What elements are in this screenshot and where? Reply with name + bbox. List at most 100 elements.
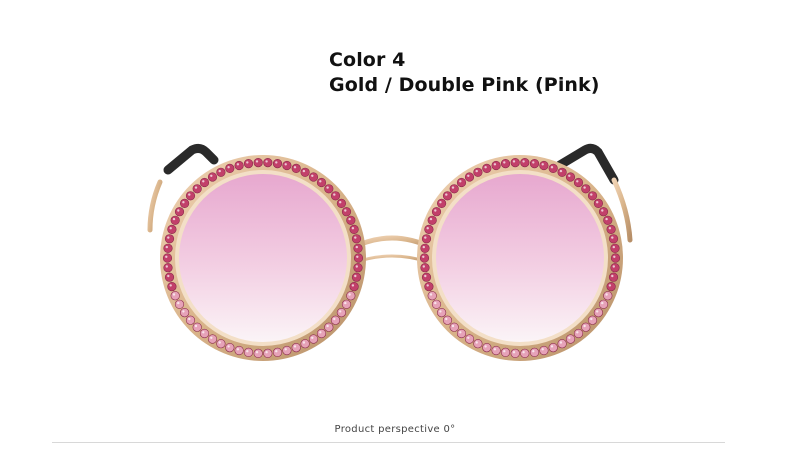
rhinestone [606,282,616,292]
rhinestone-highlight [169,227,172,230]
rhinestone [456,177,467,188]
rhinestone [456,328,467,339]
rhinestone-highlight [202,180,205,183]
rhinestone [207,172,218,182]
rhinestone-highlight [459,180,462,183]
rhinestone-highlight [422,265,425,268]
rhinestone-highlight [355,245,358,249]
rhinestone-highlight [424,236,427,239]
rhinestone-highlight [165,265,168,268]
rhinestone-highlight [434,301,437,305]
rhinestone [192,322,202,332]
rhinestone-highlight [188,317,191,321]
rhinestone [449,322,459,332]
rhinestone [164,272,175,282]
rhinestone-highlight [319,180,322,183]
left-lens [160,155,366,361]
rhinestone-highlight [451,324,455,328]
rhinestone [341,299,352,309]
rhinestone [316,177,327,188]
rhinestone [603,215,613,225]
rhinestone [464,334,475,344]
rhinestone-highlight [348,293,351,296]
rhinestone-highlight [165,255,168,258]
rhinestone-highlight [311,174,314,177]
rhinestone [431,207,442,217]
rhinestone [587,315,598,325]
rhinestone-highlight [541,348,544,351]
rhinestone-highlight [493,348,497,351]
rhinestone [330,191,341,201]
rhinestone [437,308,447,318]
rhinestone [282,345,292,356]
rhinestone [442,191,453,201]
rhinestone-highlight [608,284,612,287]
rhinestone-highlight [326,186,329,189]
rhinestone [353,263,363,273]
rhinestone-highlight [611,274,614,278]
rhinestone-highlight [475,169,478,173]
rhinestone-highlight [613,255,616,258]
rhinestone-highlight [445,317,448,321]
rhinestone-highlight [275,161,278,164]
rhinestone [167,224,177,234]
rhinestone [431,299,442,309]
divider [52,442,725,443]
rhinestone-highlight [512,351,516,354]
rhinestone-highlight [439,310,442,313]
rhinestone [167,282,177,292]
rhinestone-highlight [583,324,586,328]
rhinestone-highlight [236,163,240,166]
rhinestone-highlight [227,166,230,169]
rhinestone [419,253,430,263]
rhinestone [291,343,301,353]
rhinestone-highlight [559,341,563,344]
rhinestone [316,328,327,339]
rhinestone-highlight [493,163,497,166]
rhinestone [324,322,334,332]
rhinestone-highlight [484,166,487,169]
rhinestone [581,184,591,194]
rhinestone-highlight [451,186,455,189]
rhinestone-highlight [169,284,172,287]
rhinestone-highlight [568,336,571,339]
rhinestone [500,159,511,169]
rhinestone-highlight [355,265,358,268]
rhinestone-highlight [293,166,297,169]
sunglasses-image [147,143,633,361]
rhinestone-highlight [255,160,259,163]
rhinestone-highlight [265,160,268,163]
rhinestone-highlight [177,209,180,212]
rhinestone-highlight [612,245,615,249]
rhinestone [473,167,483,177]
rhinestone [185,315,196,325]
rhinestone-highlight [467,336,470,339]
rhinestone-highlight [236,348,240,351]
rhinestone-highlight [167,236,170,239]
rhinestone-highlight [522,351,525,354]
rhinestone [253,348,263,359]
rhinestone-highlight [172,217,176,221]
rhinestone [427,291,437,301]
rhinestone-highlight [568,174,571,177]
rhinestone-highlight [426,227,429,230]
rhinestone [464,172,475,182]
rhinestone [185,191,196,201]
rhinestone [199,177,210,188]
rhinestone [449,184,459,194]
rhinestone [424,224,434,234]
rhinestone [421,234,432,244]
rhinestone [225,163,235,173]
rhinestone [610,253,621,263]
rhinestone [581,322,591,332]
rhinestone-highlight [351,284,355,287]
rhinestone [351,272,362,282]
rhinestone [330,315,341,325]
rhinestone-highlight [550,345,554,348]
rhinestone [163,243,173,253]
rhinestone-highlight [333,193,336,196]
rhinestone [234,160,244,171]
rhinestone [180,198,190,208]
rhinestone-highlight [590,193,593,196]
rhinestone-highlight [583,186,586,189]
